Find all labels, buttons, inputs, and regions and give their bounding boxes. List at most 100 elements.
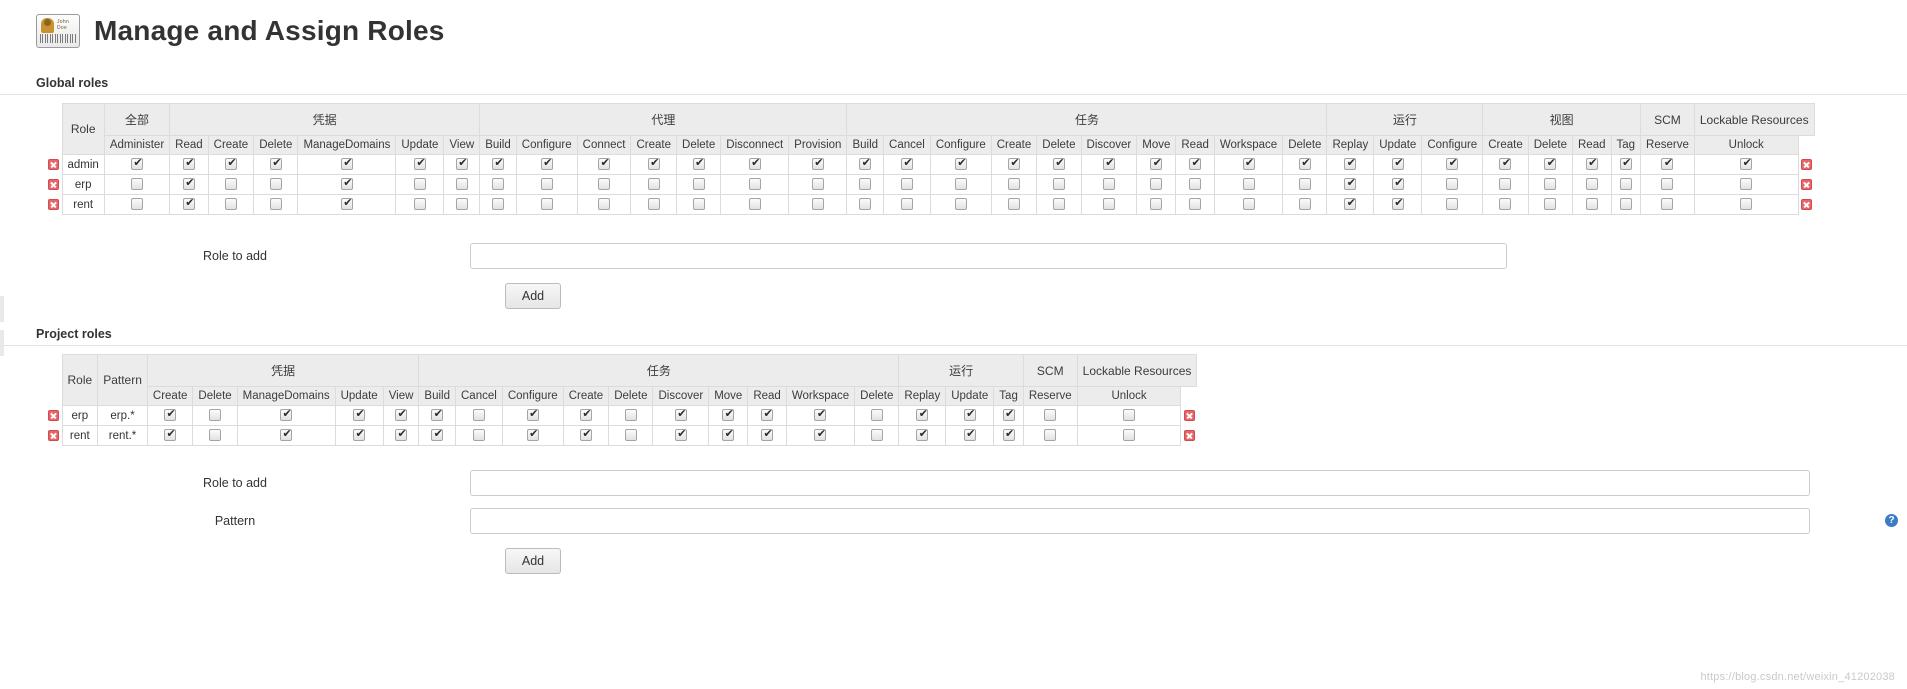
permission-cell[interactable] (898, 425, 947, 446)
checkbox-unchecked[interactable] (624, 409, 637, 422)
checkbox-unchecked[interactable] (647, 178, 660, 191)
checkbox-unchecked[interactable] (954, 178, 967, 191)
checkbox-checked[interactable] (280, 427, 293, 442)
permission-cell[interactable] (576, 154, 632, 175)
permission-cell[interactable] (676, 174, 722, 195)
checkbox-checked[interactable] (598, 156, 611, 171)
checkbox-checked[interactable] (1002, 407, 1016, 422)
permission-cell[interactable] (1136, 154, 1177, 175)
checkbox-unchecked[interactable] (598, 178, 611, 191)
permission-cell[interactable] (562, 405, 610, 426)
permission-cell[interactable] (720, 154, 790, 175)
permission-cell[interactable] (297, 154, 397, 175)
permission-cell[interactable] (1175, 154, 1215, 175)
checkbox-unchecked[interactable] (1499, 178, 1512, 191)
checkbox-unchecked[interactable] (748, 198, 761, 211)
permission-cell[interactable] (192, 425, 238, 446)
permission-cell[interactable] (652, 405, 710, 426)
permission-cell[interactable] (993, 425, 1024, 446)
project-pattern-input[interactable] (470, 508, 1810, 534)
permission-cell[interactable] (1421, 174, 1484, 195)
global-role-to-add-input[interactable] (470, 243, 1507, 269)
permission-cell[interactable] (395, 194, 445, 215)
checkbox-checked[interactable] (916, 407, 929, 422)
permission-cell[interactable] (395, 174, 445, 195)
permission-cell[interactable] (788, 194, 848, 215)
checkbox-unchecked[interactable] (748, 178, 761, 191)
checkbox-checked[interactable] (182, 156, 196, 171)
checkbox-unchecked[interactable] (269, 198, 282, 211)
permission-cell[interactable] (207, 174, 255, 195)
permission-cell[interactable] (1693, 174, 1799, 195)
checkbox-checked[interactable] (814, 407, 827, 422)
checkbox-unchecked[interactable] (209, 409, 222, 422)
delete-row-cell[interactable] (46, 155, 62, 175)
delete-icon[interactable] (1183, 409, 1195, 421)
checkbox-checked[interactable] (859, 156, 872, 171)
permission-cell[interactable] (1572, 194, 1612, 215)
permission-cell[interactable] (846, 154, 885, 175)
permission-cell[interactable] (1282, 174, 1328, 195)
project-add-button[interactable]: Add (505, 548, 561, 574)
permission-cell[interactable] (479, 194, 517, 215)
checkbox-checked[interactable] (340, 196, 354, 211)
permission-cell[interactable] (1640, 154, 1695, 175)
permission-cell[interactable] (1527, 194, 1574, 215)
permission-cell[interactable] (1482, 174, 1529, 195)
delete-icon[interactable] (48, 178, 60, 190)
delete-row-cell[interactable] (46, 195, 62, 215)
checkbox-checked[interactable] (164, 407, 177, 422)
delete-row-cell-right[interactable] (1798, 155, 1814, 175)
checkbox-unchecked[interactable] (1150, 178, 1163, 191)
delete-icon[interactable] (48, 429, 60, 441)
delete-row-cell-right[interactable] (1181, 426, 1197, 446)
permission-cell[interactable] (1527, 174, 1574, 195)
permission-cell[interactable] (297, 174, 397, 195)
permission-cell[interactable] (990, 154, 1038, 175)
checkbox-checked[interactable] (811, 156, 825, 171)
permission-cell[interactable] (479, 174, 517, 195)
permission-cell[interactable] (630, 194, 678, 215)
permission-cell[interactable] (788, 154, 848, 175)
permission-cell[interactable] (1213, 194, 1284, 215)
permission-cell[interactable] (1175, 194, 1215, 215)
checkbox-unchecked[interactable] (1242, 178, 1255, 191)
checkbox-checked[interactable] (431, 407, 444, 422)
checkbox-checked[interactable] (963, 407, 977, 422)
checkbox-unchecked[interactable] (1585, 178, 1598, 191)
permission-cell[interactable] (103, 174, 171, 195)
checkbox-unchecked[interactable] (692, 198, 705, 211)
checkbox-checked[interactable] (455, 156, 469, 171)
permission-cell[interactable] (1136, 194, 1177, 215)
permission-cell[interactable] (1036, 174, 1082, 195)
checkbox-unchecked[interactable] (1544, 178, 1557, 191)
delete-icon[interactable] (48, 198, 60, 210)
permission-cell[interactable] (929, 194, 992, 215)
checkbox-unchecked[interactable] (1446, 178, 1459, 191)
checkbox-unchecked[interactable] (1102, 178, 1115, 191)
delete-icon[interactable] (1183, 429, 1195, 441)
permission-cell[interactable] (1080, 174, 1138, 195)
checkbox-checked[interactable] (1008, 156, 1021, 171)
permission-cell[interactable] (720, 194, 790, 215)
checkbox-checked[interactable] (748, 156, 762, 171)
checkbox-checked[interactable] (1344, 156, 1357, 171)
permission-cell[interactable] (1482, 194, 1529, 215)
checkbox-unchecked[interactable] (224, 178, 237, 191)
permission-cell[interactable] (455, 405, 503, 426)
checkbox-checked[interactable] (130, 156, 144, 171)
checkbox-unchecked[interactable] (540, 178, 553, 191)
checkbox-unchecked[interactable] (413, 178, 426, 191)
permission-cell[interactable] (1693, 194, 1799, 215)
permission-cell[interactable] (382, 405, 420, 426)
checkbox-unchecked[interactable] (472, 429, 485, 442)
permission-cell[interactable] (146, 425, 194, 446)
help-icon[interactable]: ? (1885, 514, 1898, 527)
permission-cell[interactable] (1036, 194, 1082, 215)
checkbox-checked[interactable] (540, 156, 554, 171)
permission-cell[interactable] (253, 174, 299, 195)
checkbox-checked[interactable] (1661, 156, 1674, 171)
permission-cell[interactable] (297, 194, 397, 215)
checkbox-unchecked[interactable] (491, 178, 504, 191)
checkbox-unchecked[interactable] (1052, 178, 1065, 191)
